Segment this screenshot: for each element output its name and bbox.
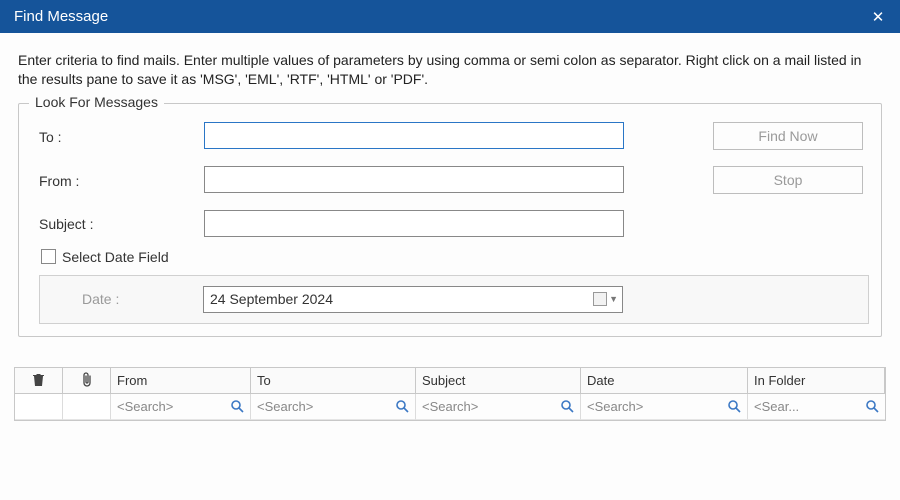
date-panel: Date : 24 September 2024 ▼ bbox=[39, 275, 869, 324]
col-from-header[interactable]: From bbox=[111, 368, 251, 394]
window-title: Find Message bbox=[14, 8, 108, 25]
from-row: From : Stop bbox=[39, 166, 869, 194]
search-cell-attach bbox=[63, 394, 111, 420]
content-area: Enter criteria to find mails. Enter mult… bbox=[0, 33, 900, 337]
results-search-row: <Search> <Search> <Search> <Search> <Sea… bbox=[15, 394, 885, 420]
col-infolder-header[interactable]: In Folder bbox=[748, 368, 885, 394]
select-date-checkbox[interactable] bbox=[41, 249, 56, 264]
results-header-row: From To Subject Date In Folder bbox=[15, 368, 885, 394]
close-icon[interactable]: ✕ bbox=[866, 8, 890, 26]
search-icon bbox=[230, 399, 244, 413]
date-dropdown-icon[interactable]: ▼ bbox=[593, 292, 618, 306]
subject-input[interactable] bbox=[204, 210, 624, 237]
to-row: To : Find Now bbox=[39, 122, 869, 150]
look-for-messages-group: Look For Messages To : Find Now From : S… bbox=[18, 103, 882, 337]
date-picker[interactable]: 24 September 2024 ▼ bbox=[203, 286, 623, 313]
find-now-button[interactable]: Find Now bbox=[713, 122, 863, 150]
col-date-header[interactable]: Date bbox=[581, 368, 748, 394]
select-date-row[interactable]: Select Date Field bbox=[41, 249, 869, 265]
date-value: 24 September 2024 bbox=[210, 291, 333, 307]
search-date-input[interactable]: <Search> bbox=[581, 394, 748, 420]
search-icon bbox=[560, 399, 574, 413]
col-attachment[interactable] bbox=[63, 368, 111, 394]
col-delete[interactable] bbox=[15, 368, 63, 394]
date-label: Date : bbox=[52, 291, 203, 307]
instructions-text: Enter criteria to find mails. Enter mult… bbox=[18, 51, 882, 89]
titlebar: Find Message ✕ bbox=[0, 0, 900, 33]
search-icon bbox=[395, 399, 409, 413]
search-icon bbox=[727, 399, 741, 413]
calendar-icon bbox=[593, 292, 607, 306]
paperclip-icon bbox=[81, 372, 93, 388]
subject-row: Subject : bbox=[39, 210, 869, 237]
stop-button[interactable]: Stop bbox=[713, 166, 863, 194]
to-input[interactable] bbox=[204, 122, 624, 149]
search-subject-input[interactable]: <Search> bbox=[416, 394, 581, 420]
search-cell-delete bbox=[15, 394, 63, 420]
trash-icon bbox=[32, 373, 45, 387]
search-from-input[interactable]: <Search> bbox=[111, 394, 251, 420]
subject-label: Subject : bbox=[39, 214, 204, 232]
group-legend: Look For Messages bbox=[29, 94, 164, 110]
to-label: To : bbox=[39, 127, 204, 145]
search-icon bbox=[865, 399, 879, 413]
select-date-label: Select Date Field bbox=[62, 249, 169, 265]
from-input[interactable] bbox=[204, 166, 624, 193]
search-folder-input[interactable]: <Sear... bbox=[748, 394, 885, 420]
search-to-input[interactable]: <Search> bbox=[251, 394, 416, 420]
from-label: From : bbox=[39, 171, 204, 189]
col-subject-header[interactable]: Subject bbox=[416, 368, 581, 394]
results-table: From To Subject Date In Folder <Search> … bbox=[14, 367, 886, 421]
chevron-down-icon: ▼ bbox=[609, 294, 618, 304]
col-to-header[interactable]: To bbox=[251, 368, 416, 394]
